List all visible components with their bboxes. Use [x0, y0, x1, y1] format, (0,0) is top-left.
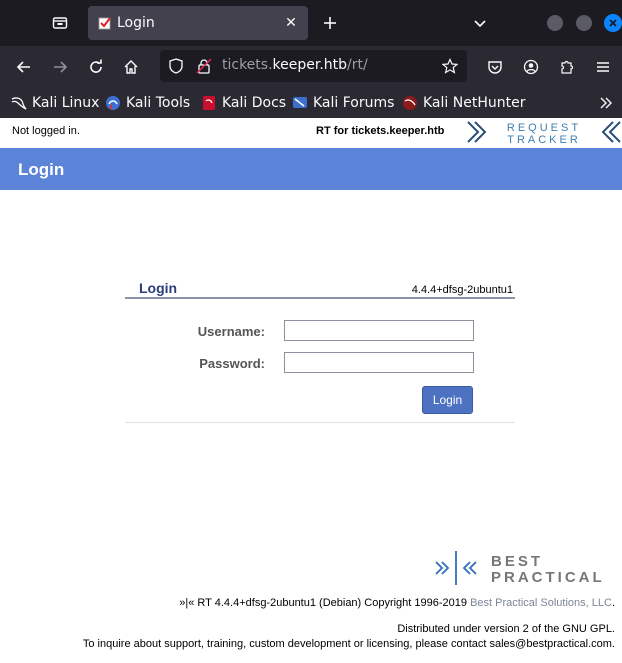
bookmark-star-icon[interactable]	[442, 58, 458, 74]
arrow-left-icon	[16, 61, 30, 73]
account-icon	[523, 59, 539, 75]
logo-tracker-text: TRACKER	[507, 134, 581, 145]
hamburger-menu-icon	[597, 62, 609, 72]
firefox-view-icon	[52, 17, 68, 29]
bookmark-label: Kali Forums	[313, 95, 395, 111]
new-tab-button[interactable]	[318, 11, 342, 35]
puzzle-icon	[561, 60, 574, 74]
form-bottom-divider	[125, 422, 515, 423]
close-icon	[609, 19, 617, 27]
window-maximize-button[interactable]	[576, 15, 592, 31]
url-text[interactable]: tickets.keeper.htb/rt/	[222, 57, 368, 73]
kali-dragon-icon	[11, 97, 27, 110]
login-box-title: Login	[139, 280, 178, 296]
pocket-icon	[488, 61, 502, 74]
tab-login[interactable]: Login ✕	[88, 6, 308, 40]
insecure-lock-icon[interactable]	[196, 58, 212, 74]
bookmark-label: Kali Tools	[126, 95, 191, 111]
best-practical-link[interactable]: Best Practical Solutions, LLC	[470, 597, 612, 609]
logo-request-text: REQUEST	[507, 122, 581, 134]
kali-forums-icon	[293, 97, 307, 108]
tab-bar: Login ✕	[0, 0, 622, 46]
rt-version: 4.4.4+dfsg-2ubuntu1	[411, 284, 513, 296]
kali-docs-icon	[203, 96, 215, 110]
back-button[interactable]	[12, 55, 36, 79]
login-form: Login 4.4.4+dfsg-2ubuntu1 Username: Pass…	[125, 278, 515, 423]
bookmark-kali-tools[interactable]: Kali Tools	[105, 93, 190, 113]
login-button[interactable]: Login	[422, 386, 473, 414]
reload-icon	[90, 59, 102, 73]
extensions-button[interactable]	[555, 55, 579, 79]
browser-chrome: Login ✕ tickets.keeper.htb/rt/ Kali Linu…	[0, 0, 622, 118]
bookmark-label: Kali Docs	[222, 95, 287, 111]
copyright-end-text: .	[611, 597, 615, 609]
bp-logo-practical-text: PRACTICAL	[491, 569, 605, 586]
bookmark-label: Kali Linux	[32, 95, 100, 111]
bookmark-kali-docs[interactable]: Kali Docs	[201, 93, 286, 113]
firefox-view-button[interactable]	[48, 11, 72, 35]
request-tracker-logo[interactable]: REQUEST TRACKER	[466, 119, 622, 145]
rt-favicon-icon	[98, 17, 111, 30]
tab-title: Login	[117, 15, 155, 31]
url-path: /rt/	[347, 57, 368, 73]
page-content: Not logged in. RT for tickets.keeper.htb…	[0, 118, 622, 663]
url-host: keeper.htb	[272, 57, 348, 73]
bookmark-kali-nethunter[interactable]: Kali NetHunter	[402, 93, 525, 113]
arrow-right-icon	[54, 61, 68, 73]
window-minimize-button[interactable]	[547, 15, 563, 31]
tab-close-icon[interactable]: ✕	[282, 14, 300, 32]
window-close-button[interactable]	[604, 14, 622, 32]
navigation-toolbar: tickets.keeper.htb/rt/	[0, 46, 622, 88]
plus-icon	[324, 17, 336, 29]
best-practical-logo[interactable]: BEST PRACTICAL	[433, 550, 615, 586]
list-all-tabs-button[interactable]	[468, 11, 492, 35]
reload-button[interactable]	[84, 55, 108, 79]
bookmark-kali-linux[interactable]: Kali Linux	[11, 93, 99, 113]
account-button[interactable]	[519, 55, 543, 79]
copyright-text: »|« RT 4.4.4+dfsg-2ubuntu1 (Debian) Copy…	[179, 597, 471, 609]
username-label: Username:	[197, 324, 265, 339]
chevron-down-icon	[474, 20, 486, 28]
not-logged-in-text: Not logged in.	[12, 125, 80, 137]
bookmark-kali-forums[interactable]: Kali Forums	[292, 93, 394, 113]
footer-copyright: »|« RT 4.4.4+dfsg-2ubuntu1 (Debian) Copy…	[179, 597, 615, 609]
home-icon	[124, 60, 138, 74]
pocket-button[interactable]	[483, 55, 507, 79]
menu-button[interactable]	[591, 55, 615, 79]
bp-logo-best-text: BEST	[491, 553, 543, 570]
page-header: Login	[0, 148, 622, 190]
password-input[interactable]	[284, 352, 474, 373]
forward-button[interactable]	[48, 55, 72, 79]
footer-contact: To inquire about support, training, cust…	[82, 638, 615, 650]
bookmark-label: Kali NetHunter	[423, 95, 526, 111]
home-button[interactable]	[119, 55, 143, 79]
page-title: Login	[18, 160, 65, 179]
double-chevron-right-icon	[600, 97, 612, 109]
kali-nethunter-icon	[403, 96, 417, 110]
rt-status-bar: Not logged in. RT for tickets.keeper.htb…	[0, 118, 622, 148]
username-input[interactable]	[284, 320, 474, 341]
url-bar[interactable]: tickets.keeper.htb/rt/	[160, 50, 467, 82]
bookmarks-toolbar: Kali Linux Kali Tools Kali Docs Kali For…	[0, 88, 622, 118]
password-label: Password:	[199, 356, 265, 371]
more-bookmarks-button[interactable]	[598, 93, 614, 113]
rt-instance-title: RT for tickets.keeper.htb	[316, 125, 445, 137]
shield-icon[interactable]	[168, 58, 184, 74]
title-divider	[125, 297, 515, 299]
url-subdomain: tickets.	[222, 57, 273, 73]
footer-license: Distributed under version 2 of the GNU G…	[397, 623, 615, 635]
kali-tools-icon	[106, 96, 120, 110]
